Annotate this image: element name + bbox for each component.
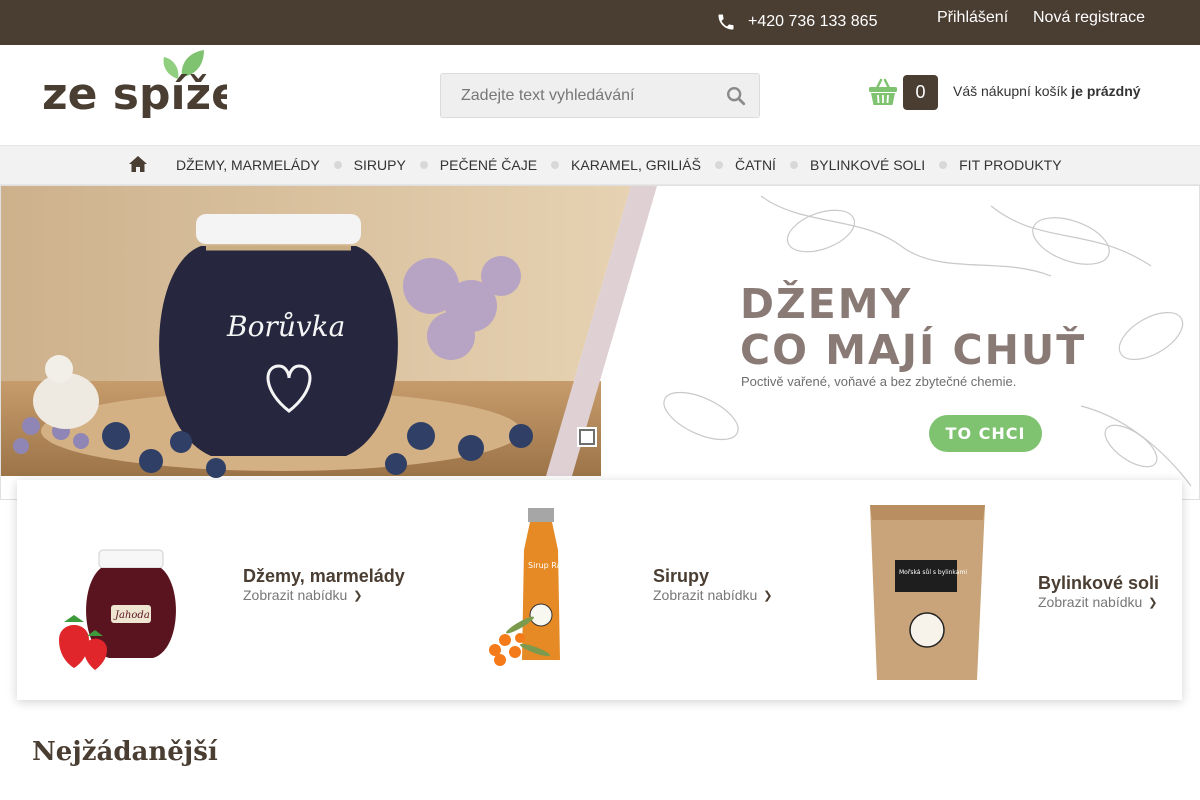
banner-jar-label: Borůvka <box>226 310 345 343</box>
nav-item-sirupy[interactable]: SIRUPY <box>354 157 406 173</box>
cart-status-label: Váš nákupní košík <box>953 83 1068 99</box>
category-image-syrup[interactable]: Sirup Rakytník <box>440 490 640 680</box>
phone-number: +420 736 133 865 <box>748 13 878 30</box>
nav-separator <box>551 161 560 169</box>
nav-item-dzemy[interactable]: DŽEMY, MARMELÁDY <box>176 157 320 173</box>
phone-contact[interactable]: +420 736 133 865 <box>716 8 877 36</box>
nav-separator <box>789 161 798 169</box>
nav-item-catni[interactable]: ČATNÍ <box>735 157 776 173</box>
search-box <box>440 73 760 118</box>
syrup-bottle-label: Sirup Rakytník <box>528 561 586 570</box>
cart-status-value: je prázdný <box>1071 83 1141 99</box>
nav-item-pecene-caje[interactable]: PEČENÉ ČAJE <box>440 157 537 173</box>
banner-subtitle: Poctivě vařené, voňavé a bez zbytečné ch… <box>741 374 1017 389</box>
category-link-label: Zobrazit nabídku <box>243 587 348 603</box>
category-image-jam[interactable]: Jahoda <box>29 490 229 680</box>
login-link[interactable]: Přihlášení <box>937 9 1008 27</box>
category-link-herb-salt[interactable]: Zobrazit nabídku ❯ <box>1038 594 1158 610</box>
slider-dot-1[interactable] <box>577 427 597 447</box>
category-link-jam[interactable]: Zobrazit nabídku ❯ <box>243 587 363 603</box>
main-nav: DŽEMY, MARMELÁDY SIRUPY PEČENÉ ČAJE KARA… <box>0 145 1200 185</box>
nav-separator <box>714 161 723 169</box>
search-icon[interactable] <box>725 85 747 107</box>
chevron-right-icon: ❯ <box>1148 596 1158 609</box>
category-title-syrup[interactable]: Sirupy <box>653 566 709 587</box>
category-image-herb-salt[interactable]: Mořská sůl s bylinkami <box>825 490 1025 680</box>
hero-banner: Borůvka DŽEMY CO MAJÍ CHUŤ Poctivě vařen… <box>0 185 1200 500</box>
nav-item-fit-produkty[interactable]: FIT PRODUKTY <box>959 157 1061 173</box>
nav-separator <box>939 161 948 169</box>
banner-headline-line1: DŽEMY <box>740 280 913 328</box>
register-link[interactable]: Nová registrace <box>1033 9 1145 27</box>
banner-cta-button[interactable]: TO CHCI <box>929 415 1042 452</box>
nav-separator <box>419 161 428 169</box>
chevron-right-icon: ❯ <box>353 589 363 602</box>
top-bar: +420 736 133 865 Přihlášení Nová registr… <box>0 0 1200 45</box>
category-title-herb-salt[interactable]: Bylinkové soli <box>1038 573 1159 594</box>
cart-count-badge[interactable]: 0 <box>903 75 938 110</box>
basket-icon[interactable] <box>868 78 898 106</box>
category-link-syrup[interactable]: Zobrazit nabídku ❯ <box>653 587 773 603</box>
search-input[interactable] <box>441 74 711 117</box>
chevron-right-icon: ❯ <box>763 589 773 602</box>
category-link-label: Zobrazit nabídku <box>1038 594 1143 610</box>
banner-headline-line2: CO MAJÍ CHUŤ <box>740 326 1087 374</box>
cart-status[interactable]: Váš nákupní košík je prázdný <box>953 83 1141 99</box>
section-title-bestsellers: Nejžádanější <box>32 737 218 767</box>
phone-icon <box>718 14 734 30</box>
nav-separator <box>333 161 342 169</box>
slider-dot-2[interactable] <box>604 428 624 448</box>
category-title-jam[interactable]: Džemy, marmelády <box>243 566 405 587</box>
category-link-label: Zobrazit nabídku <box>653 587 758 603</box>
salt-bag-label: Mořská sůl s bylinkami <box>899 569 967 576</box>
nav-item-bylinkove-soli[interactable]: BYLINKOVÉ SOLI <box>810 157 925 173</box>
banner-headline: DŽEMY CO MAJÍ CHUŤ <box>740 281 1086 373</box>
jam-jar-label: Jahoda <box>113 610 150 621</box>
nav-item-karamel[interactable]: KARAMEL, GRILIÁŠ <box>571 157 701 173</box>
category-strip: Jahoda Džemy, marmelády Zobrazit nabídku… <box>17 480 1182 700</box>
svg-text:ze spíže: ze spíže <box>42 69 227 120</box>
site-logo[interactable]: ze spíže <box>42 47 241 137</box>
home-icon[interactable] <box>129 156 147 172</box>
